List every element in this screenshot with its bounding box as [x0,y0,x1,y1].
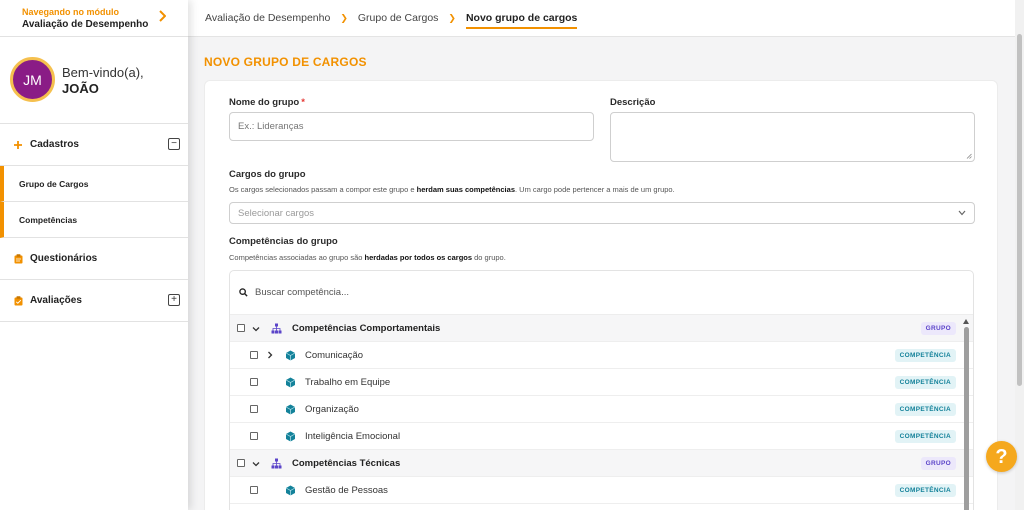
menu-questionarios-label: Questionários [30,253,98,264]
row-checkbox[interactable] [250,405,258,413]
row-checkbox[interactable] [237,324,245,332]
cube-icon [285,431,296,442]
breadcrumb-avaliacao[interactable]: Avaliação de Desempenho [205,12,330,24]
competencias-label: Competências do grupo [229,236,338,247]
chevron-down-icon[interactable] [252,325,260,333]
row-checkbox[interactable] [237,459,245,467]
tree-row-group[interactable]: Competências Técnicas GRUPO [230,450,973,477]
competencias-help-before: Competências associadas ao grupo são [229,253,365,262]
sidebar-item-competencias[interactable]: Competências [0,202,188,238]
competency-tree: Buscar competência... Competências Compo… [229,270,974,510]
breadcrumb-grupo-de-cargos[interactable]: Grupo de Cargos [358,12,439,24]
descricao-textarea[interactable] [610,112,975,162]
chevron-down-icon[interactable] [252,460,260,468]
breadcrumb-separator-icon: ❯ [340,12,348,23]
tree-row-group[interactable]: Competências Comportamentais GRUPO [230,315,973,342]
cargos-select-placeholder: Selecionar cargos [238,207,315,219]
tree-row-competency[interactable]: Comunicação COMPETÊNCIA [230,342,973,369]
breadcrumb: Avaliação de Desempenho ❯ Grupo de Cargo… [188,0,1024,37]
breadcrumb-current: Novo grupo de cargos [465,12,578,29]
breadcrumb-separator-icon: ❯ [448,12,456,23]
competency-badge: COMPETÊNCIA [894,349,956,362]
chevron-right-icon[interactable] [266,351,274,359]
nome-label: Nome do grupo * [229,97,305,108]
cargos-help-bold: herdam suas competências [416,185,515,194]
tree-row-label: Organização [305,403,359,415]
competency-badge: COMPETÊNCIA [894,430,956,443]
tree-row-label: Competências Comportamentais [292,322,441,334]
hierarchy-icon [271,458,282,469]
collapse-toggle[interactable]: − [168,138,180,150]
cube-icon [285,404,296,415]
cargos-help: Os cargos selecionados passam a compor e… [229,185,675,194]
question-mark-icon: ? [995,445,1008,468]
competencias-help-after: do grupo. [472,253,506,262]
cargos-select[interactable]: Selecionar cargos [229,202,975,224]
chevron-right-icon [159,10,166,22]
search-icon [239,288,248,297]
menu-cadastros[interactable]: Cadastros − [0,124,188,166]
chevron-down-icon [958,210,966,216]
menu-cadastros-label: Cadastros [30,139,79,150]
menu-questionarios[interactable]: Questionários [0,238,188,280]
module-switcher[interactable]: Navegando no módulo Avaliação de Desempe… [0,0,188,37]
sidebar: Navegando no módulo Avaliação de Desempe… [0,0,188,510]
competency-search[interactable]: Buscar competência... [230,271,973,315]
welcome-text: Bem-vindo(a), JOÃO [62,65,144,97]
tree-row-competency[interactable]: Organização COMPETÊNCIA [230,396,973,423]
row-checkbox[interactable] [250,378,258,386]
row-checkbox[interactable] [250,432,258,440]
clipboard-check-icon [13,295,23,306]
tree-row-label: Gestão de Pessoas [305,484,388,496]
welcome-greeting: Bem-vindo(a), [62,65,144,80]
avatar: JM [10,57,55,102]
nome-label-text: Nome do grupo [229,97,300,108]
menu-avaliacoes-label: Avaliações [30,295,82,306]
row-checkbox[interactable] [250,486,258,494]
page-scrollbar[interactable] [1015,0,1024,510]
page-scrollbar-thumb[interactable] [1017,34,1022,386]
cargos-help-before: Os cargos selecionados passam a compor e… [229,185,417,194]
tree-scrollbar-thumb[interactable] [964,327,969,510]
required-mark: * [301,97,305,108]
row-checkbox[interactable] [250,351,258,359]
user-name: JOÃO [62,81,99,96]
hierarchy-icon [271,323,282,334]
group-badge: GRUPO [920,457,956,470]
competency-badge: COMPETÊNCIA [894,403,956,416]
form-card: Nome do grupo* Descrição Cargos do grupo… [204,80,998,510]
competency-badge: COMPETÊNCIA [894,484,956,497]
tree-row-label: Comunicação [305,349,364,361]
resize-grip-icon[interactable] [966,153,972,159]
cube-icon [285,485,296,496]
menu-avaliacoes[interactable]: Avaliações + [0,280,188,322]
scroll-up-icon[interactable] [963,319,969,324]
cargos-label: Cargos do grupo [229,169,306,180]
tree-row-label: Trabalho em Equipe [305,376,391,388]
descricao-label: Descrição [610,97,656,108]
nome-input[interactable] [229,112,594,141]
competency-badge: COMPETÊNCIA [894,376,956,389]
tree-row-label: Inteligência Emocional [305,430,401,442]
sidebar-item-grupo-de-cargos[interactable]: Grupo de Cargos [0,166,188,202]
cargos-help-after: . Um cargo pode pertencer a mais de um g… [515,185,675,194]
cube-icon [285,377,296,388]
competency-search-placeholder: Buscar competência... [255,287,349,298]
tree-row-competency[interactable]: Inteligência Emocional COMPETÊNCIA [230,423,973,450]
avatar-initials: JM [23,71,42,88]
clipboard-icon [13,253,23,264]
tree-row-label: Competências Técnicas [292,457,401,469]
page-title: NOVO GRUPO DE CARGOS [204,55,367,69]
plus-icon [13,140,23,150]
tree-row-competency[interactable]: Gestão de Pessoas COMPETÊNCIA [230,477,973,504]
group-badge: GRUPO [920,322,956,335]
help-button[interactable]: ? [986,441,1017,472]
tree-row-competency[interactable]: Trabalho em Equipe COMPETÊNCIA [230,369,973,396]
competencias-help-bold: herdadas por todos os cargos [364,253,473,262]
welcome-panel: JM Bem-vindo(a), JOÃO [0,37,188,124]
competencias-help: Competências associadas ao grupo são her… [229,253,506,262]
cube-icon [285,350,296,361]
expand-toggle[interactable]: + [168,294,180,306]
tree-scrollbar[interactable] [963,315,970,510]
